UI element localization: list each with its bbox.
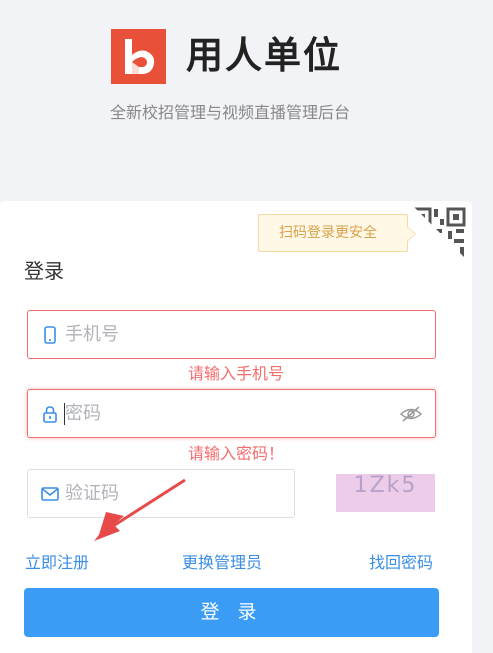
captcha-image[interactable]: 1Zk5 bbox=[336, 474, 435, 512]
password-error-message: 请输入密码！ bbox=[187, 444, 284, 463]
qr-login-toggle[interactable] bbox=[408, 201, 472, 265]
app-logo-icon bbox=[111, 29, 166, 84]
phone-input-placeholder: 手机号 bbox=[65, 324, 119, 345]
forgot-password-link[interactable]: 找回密码 bbox=[369, 552, 433, 574]
password-field[interactable]: 密码 bbox=[27, 389, 436, 438]
mobile-phone-icon bbox=[44, 326, 56, 344]
phone-error-message: 请输入手机号 bbox=[187, 364, 284, 383]
envelope-icon bbox=[41, 487, 59, 501]
qr-login-tip: 扫码登录更安全 bbox=[258, 214, 416, 252]
switch-admin-link[interactable]: 更换管理员 bbox=[182, 552, 262, 574]
phone-field[interactable]: 手机号 bbox=[27, 310, 436, 359]
login-card: 扫码登录更安全 登录 手机号 请输入手机号 密码 请输入密码！ 验证码 1Zk5 bbox=[0, 201, 472, 653]
app-subtitle: 全新校招管理与视频直播管理后台 bbox=[109, 103, 350, 122]
app-title: 用人单位 bbox=[186, 34, 342, 77]
password-input-placeholder: 密码 bbox=[65, 403, 101, 424]
login-button[interactable]: 登 录 bbox=[24, 588, 439, 637]
register-link[interactable]: 立即注册 bbox=[25, 552, 89, 574]
annotation-arrow bbox=[94, 478, 186, 541]
lock-icon bbox=[43, 406, 57, 423]
login-title: 登录 bbox=[24, 259, 64, 283]
brand-header: 用人单位 全新校招管理与视频直播管理后台 bbox=[0, 0, 493, 200]
eye-hidden-icon[interactable] bbox=[400, 405, 422, 423]
